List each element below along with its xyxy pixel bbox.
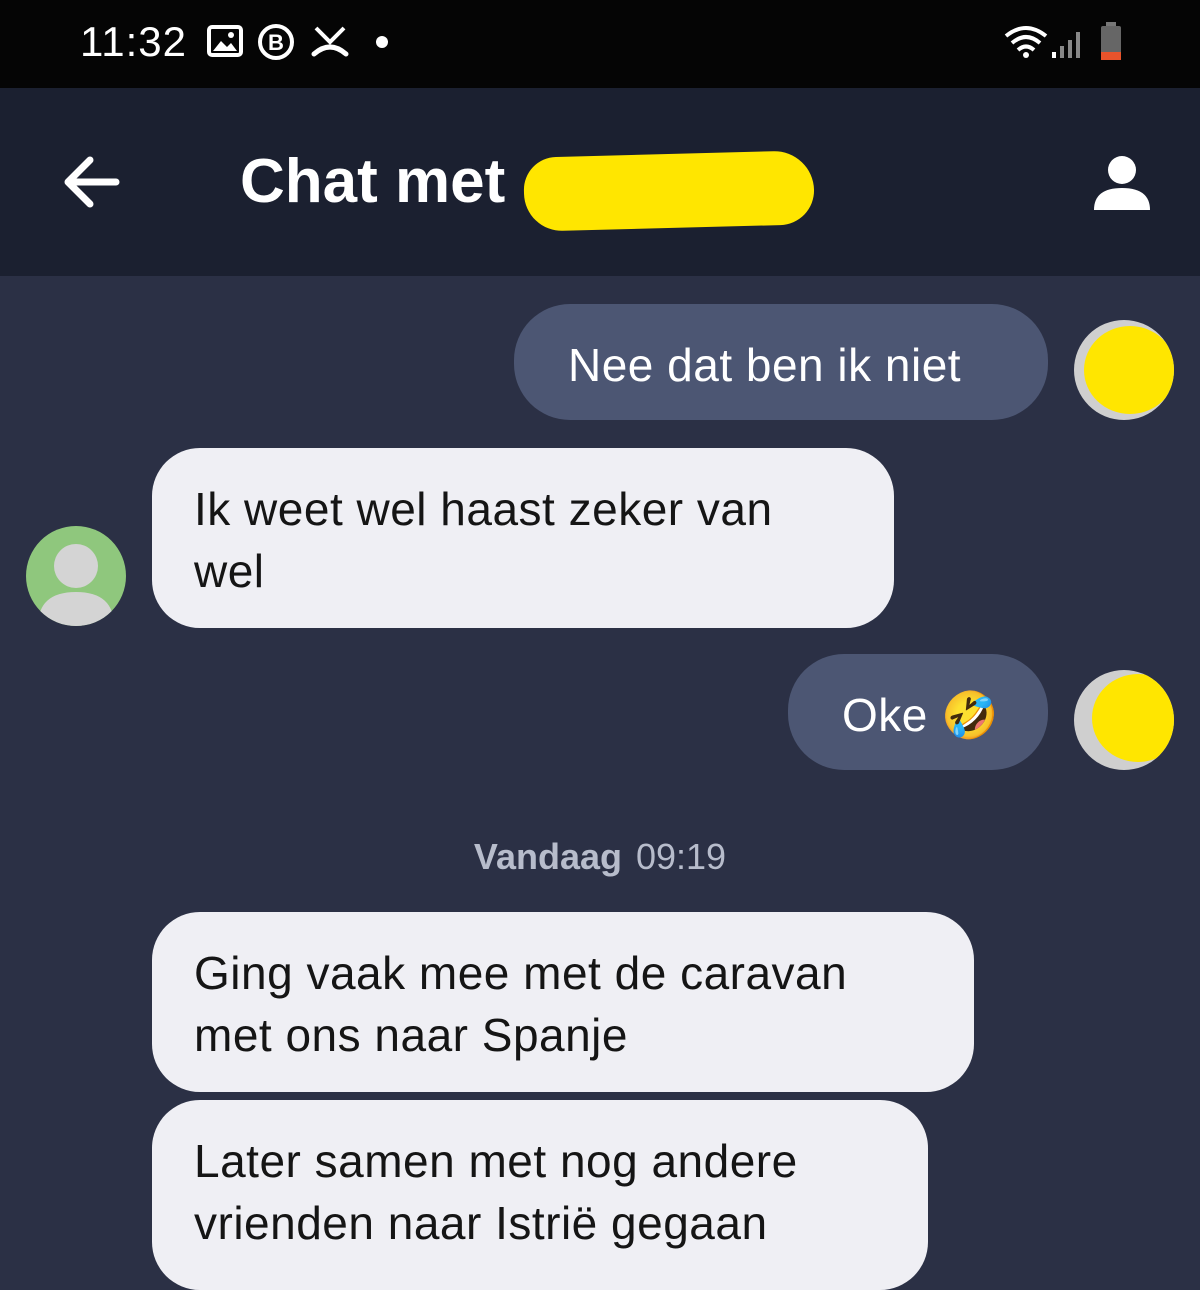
- message-text: Oke 🤣: [842, 689, 999, 741]
- time-label: 09:19: [635, 836, 727, 877]
- message-bubble-received[interactable]: Later samen met nog andere vrienden naar…: [152, 1100, 928, 1290]
- message-bubble-received[interactable]: Ging vaak mee met de caravan met ons naa…: [152, 912, 974, 1092]
- message-bubble-sent[interactable]: Oke 🤣: [788, 654, 1048, 770]
- date-label: Vandaag: [473, 836, 622, 877]
- signal-icon: [1052, 32, 1080, 58]
- default-person-icon: [38, 544, 114, 626]
- redaction-mark: [1084, 326, 1174, 414]
- redaction-mark: [1092, 674, 1174, 762]
- person-icon[interactable]: [1090, 152, 1154, 216]
- redaction-mark: [523, 150, 815, 232]
- avatar[interactable]: [1074, 670, 1174, 770]
- status-bar: 11:32 B: [0, 0, 1200, 88]
- message-text: Ik weet wel haast zeker van wel: [194, 483, 773, 597]
- app-bar: Chat met: [0, 88, 1200, 276]
- missed-call-icon: [311, 26, 349, 57]
- svg-text:B: B: [268, 30, 284, 55]
- avatar[interactable]: [26, 526, 126, 626]
- message-text: Later samen met nog andere vrienden naar…: [194, 1135, 798, 1249]
- message-bubble-received[interactable]: Ik weet wel haast zeker van wel: [152, 448, 894, 628]
- avatar[interactable]: [1074, 320, 1174, 420]
- battery-icon: [1101, 22, 1121, 60]
- page-title: Chat met: [240, 147, 506, 216]
- image-icon: [207, 25, 243, 57]
- dot-icon: [376, 36, 388, 48]
- wifi-icon: [1004, 26, 1048, 58]
- message-text: Nee dat ben ik niet: [568, 339, 962, 391]
- message-bubble-sent[interactable]: Nee dat ben ik niet: [514, 304, 1048, 420]
- b-badge-icon: B: [258, 24, 294, 60]
- arrow-left-icon[interactable]: [60, 154, 124, 210]
- message-text: Ging vaak mee met de caravan met ons naa…: [194, 947, 848, 1061]
- date-separator: Vandaag 09:19: [0, 836, 1200, 878]
- status-time: 11:32: [80, 18, 187, 65]
